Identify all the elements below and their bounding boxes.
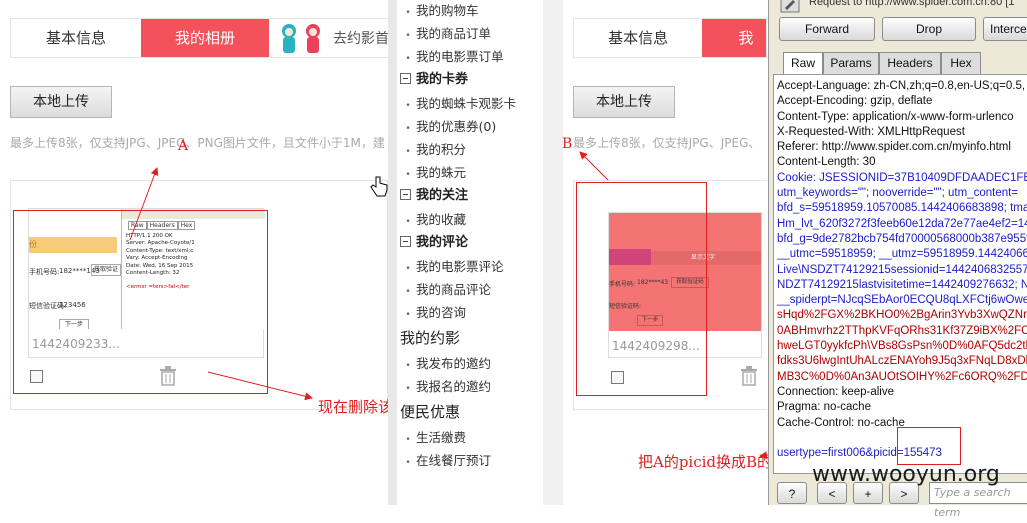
raw-request-editor[interactable]: Accept-Language: zh-CN,zh;q=0.8,en-US;q=…	[773, 74, 1027, 474]
menu-right-gutter	[543, 0, 563, 505]
menu-item[interactable]: 在线餐厅预订	[400, 449, 516, 472]
collapse-icon[interactable]	[400, 73, 411, 84]
menu-section-label: 我的关注	[416, 188, 469, 203]
menu-section-label: 我的卡券	[416, 72, 469, 87]
raw-request-line: __spiderpt=NJcqSEbAor0ECQU8qLXFCtj6wOwe5	[777, 294, 1027, 307]
tab-my-album-b[interactable]: 我的	[702, 19, 766, 57]
menu-item[interactable]: 我的电影票评论	[400, 255, 516, 278]
request-title: Request to http://www.spider.com.cn:80 […	[809, 0, 1015, 8]
menu-item[interactable]: 生活缴费	[400, 426, 516, 449]
raw-request-line: hweLGT0yykfcPh\VBs8GsPsn%0D%0AFQ5dc2tlC	[777, 340, 1027, 353]
help-button[interactable]: ?	[777, 482, 807, 504]
upload-hint-b: 最多上传8张，仅支持JPG、JPEG、	[573, 136, 761, 150]
menu-section-heading[interactable]: 我的卡券	[400, 68, 516, 92]
highlight-box-photo-b	[576, 182, 707, 396]
raw-request-line: Pragma: no-cache	[777, 401, 871, 414]
raw-request-line: bfd_g=9de2782bcb754fd70000568000b387e955…	[777, 232, 1027, 245]
raw-request-line: 0ABHmvrhz2TThpKVFqORhs31Kf37Z9iBX%2FCel	[777, 324, 1027, 337]
menu-item[interactable]: 我的蛛元	[400, 161, 516, 184]
menu-item[interactable]: 我的咨询	[400, 301, 516, 324]
raw-request-line: Accept-Encoding: gzip, deflate	[777, 95, 933, 108]
intercept-toggle-button[interactable]: Interce	[983, 17, 1027, 41]
collapse-icon[interactable]	[400, 236, 411, 247]
raw-request-line: Content-Length: 30	[777, 156, 876, 169]
raw-request-line: sHqd%2FGX%2BKHO0%2BgArin3Yvb3XwQZNm	[777, 309, 1027, 322]
raw-request-line: Cookie: JSESSIONID=37B10409DFDAADEC1FBCF	[777, 171, 1027, 184]
menu-section-heading[interactable]: 我的评论	[400, 231, 516, 255]
menu-item[interactable]: 我发布的邀约	[400, 352, 516, 375]
collapse-icon[interactable]	[400, 189, 411, 200]
menu-group-title: 便民优惠	[400, 403, 461, 421]
menu-item[interactable]: 我的商品订单	[400, 22, 516, 45]
menu-item[interactable]: 我的购物车	[400, 0, 516, 22]
menu-item[interactable]: 我报名的邀约	[400, 375, 516, 398]
annotation-letter-b: B	[562, 136, 573, 152]
drop-button[interactable]: Drop	[882, 17, 976, 41]
raw-request-line: Content-Type: application/x-www-form-url…	[777, 110, 1014, 123]
raw-request-line: Referer: http://www.spider.com.cn/myinfo…	[777, 141, 1011, 154]
hand-cursor-icon	[370, 176, 388, 197]
raw-request-line: NDZT74129215lastvisitetime=1442409276632…	[777, 278, 1027, 291]
menu-item[interactable]: 我的收藏	[400, 208, 516, 231]
raw-request-line: Live\NSDZT74129215sessionid=144240683255…	[777, 263, 1027, 276]
raw-request-line: bfd_s=59518959.10570085.1442406683898; t…	[777, 202, 1027, 215]
tab-params[interactable]: Params	[823, 52, 879, 74]
menu-section-label: 我的评论	[416, 235, 469, 250]
menu-item[interactable]: 我的优惠券(0)	[400, 115, 516, 138]
pencil-icon	[780, 0, 800, 13]
burp-message-tabs: Raw Params Headers Hex	[783, 52, 981, 74]
raw-request-line: Hm_lvt_620f3272f3feeb60e12da72e77ae4ef2=…	[777, 217, 1027, 230]
menu-item[interactable]: 我的积分	[400, 138, 516, 161]
tab-headers[interactable]: Headers	[879, 52, 941, 74]
menu-left-gutter	[388, 0, 397, 505]
raw-request-line: Accept-Language: zh-CN,zh;q=0.8,en-US;q=…	[777, 80, 1026, 92]
menu-item[interactable]: 我的电影票订单	[400, 45, 516, 68]
raw-request-line: X-Requested-With: XMLHttpRequest	[777, 125, 965, 138]
raw-request-line: MB3C%0D%0An3AUOtSOIHY%2Fc6ORQ%2FDw	[777, 370, 1027, 383]
forward-button[interactable]: Forward	[779, 17, 875, 41]
menu-group-title: 我的约影	[400, 329, 461, 347]
highlight-box-picid	[897, 427, 961, 465]
local-upload-button-b[interactable]: 本地上传	[573, 86, 675, 118]
tab-raw[interactable]: Raw	[783, 52, 823, 74]
raw-request-line: Connection: keep-alive	[777, 385, 894, 398]
tab-basic-info-b[interactable]: 基本信息	[574, 19, 702, 57]
profile-tab-bar-b: 基本信息 我的	[573, 18, 767, 58]
raw-request-line: utm_keywords=""; nooverride=""; utm_cont…	[777, 187, 1019, 200]
account-menu-list: 我的购物车我的商品订单我的电影票订单我的卡券我的蜘蛛卡观影卡我的优惠券(0)我的…	[400, 0, 516, 472]
raw-request-line: __utmc=59518959; __utmz=59518959.1442406…	[777, 248, 1027, 261]
trash-icon[interactable]	[740, 366, 758, 386]
raw-request-line: fdks3U6lwgIntUhALczENAYoh9J5q3xFNqLD8xDl	[777, 355, 1027, 368]
watermark: www.wooyun.org	[812, 462, 1000, 487]
menu-item[interactable]: 我的蜘蛛卡观影卡	[400, 92, 516, 115]
tab-hex[interactable]: Hex	[941, 52, 981, 74]
menu-section-heading[interactable]: 我的关注	[400, 184, 516, 208]
menu-item[interactable]: 我的商品评论	[400, 278, 516, 301]
